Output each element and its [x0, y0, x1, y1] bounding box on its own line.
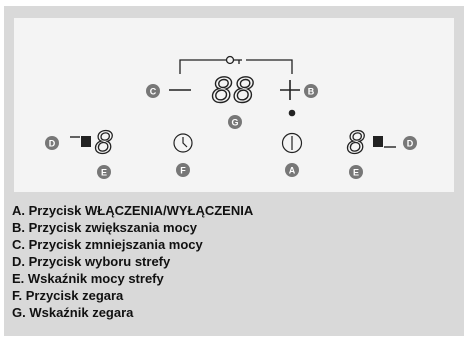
legend-item-d: D. Przycisk wyboru strefy	[12, 254, 171, 269]
figure-frame: C 88 B G D 8 E F A 8 D E A. Przycisk WŁĄ…	[4, 6, 464, 336]
plus-icon[interactable]	[280, 80, 300, 100]
legend-item-e: E. Wskaźnik mocy strefy	[12, 271, 164, 286]
svg-text:B: B	[308, 87, 315, 97]
callout-d-right: D	[403, 136, 417, 150]
legend-item-c: C. Przycisk zmniejszania mocy	[12, 237, 203, 252]
legend-item-f: F. Przycisk zegara	[12, 288, 124, 303]
power-indicator-dot	[288, 109, 296, 117]
svg-text:C: C	[150, 87, 157, 97]
control-panel-diagram: C 88 B G D 8 E F A 8 D E	[45, 55, 417, 179]
svg-text:E: E	[353, 168, 359, 178]
callout-b: B	[304, 84, 318, 98]
callout-a: A	[285, 163, 299, 177]
legend-item-g: G. Wskaźnik zegara	[12, 305, 134, 320]
zone-select-left-icon[interactable]	[70, 136, 91, 147]
legend-item-a: A. Przycisk WŁĄCZENIA/WYŁĄCZENIA	[12, 203, 254, 218]
svg-text:D: D	[407, 139, 414, 149]
callout-f: F	[176, 163, 190, 177]
callout-c: C	[146, 84, 160, 98]
svg-text:A: A	[289, 166, 296, 176]
callout-g: G	[228, 115, 242, 129]
legend-item-b: B. Przycisk zwiększania mocy	[12, 220, 197, 235]
power-icon[interactable]	[281, 132, 303, 154]
callout-e-left: E	[97, 165, 111, 179]
callout-e-right: E	[349, 165, 363, 179]
zone-select-right-icon[interactable]	[373, 136, 396, 148]
legend: A. Przycisk WŁĄCZENIA/WYŁĄCZENIA B. Przy…	[12, 202, 452, 321]
svg-text:D: D	[49, 139, 56, 149]
zone-left-power-digit: 8	[94, 126, 113, 161]
zone-right-power-digit: 8	[346, 126, 365, 161]
callout-d-left: D	[45, 136, 59, 150]
timer-indicator-digits: 88	[211, 71, 254, 111]
svg-text:G: G	[231, 118, 238, 128]
svg-text:F: F	[180, 166, 186, 176]
svg-text:E: E	[101, 168, 107, 178]
clock-icon[interactable]	[173, 133, 193, 153]
